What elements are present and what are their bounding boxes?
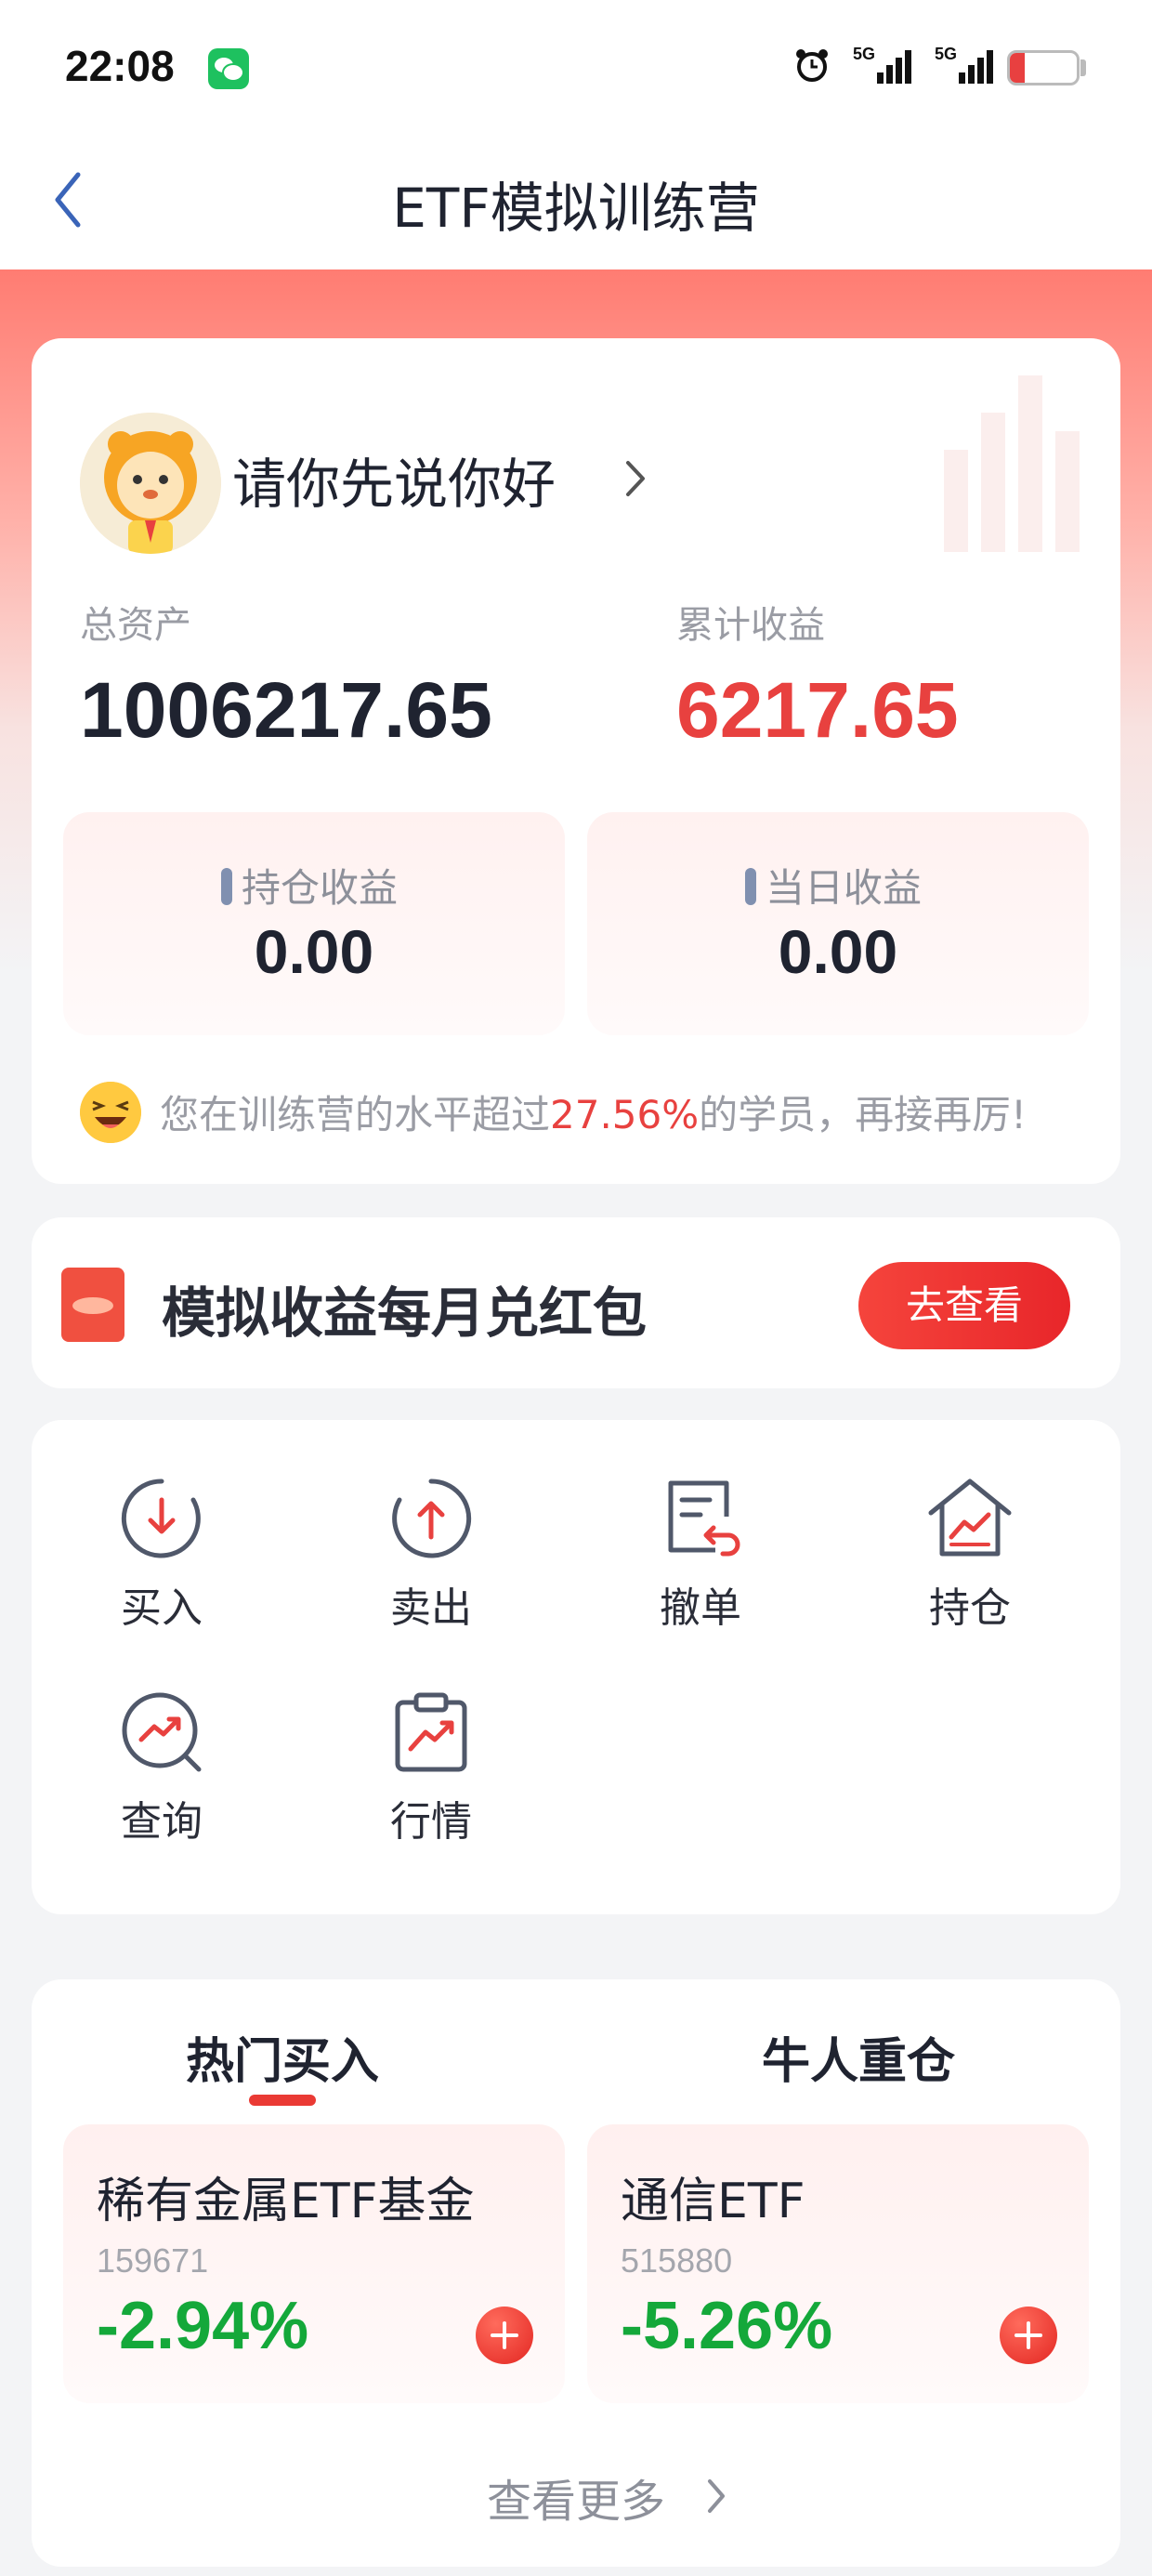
sell-action[interactable]: 卖出 [347,1476,515,1634]
view-more-link[interactable]: 查看更多 [32,2464,1120,2530]
alarm-icon [796,49,828,82]
status-bar: 22:08 5G 5G 14 [0,0,1152,139]
position-profit-label: 持仓收益 [242,865,399,911]
add-icon[interactable] [1000,2307,1057,2364]
tab-expert-holdings[interactable]: 牛人重仓 [762,2022,955,2092]
fund-change: -2.94% [97,2289,309,2363]
holdings-house-icon [928,1479,1012,1557]
query-action[interactable]: 查询 [78,1689,245,1847]
chevron-right-icon[interactable] [706,2477,727,2515]
market-clipboard-icon [395,1692,467,1772]
avatar[interactable] [80,413,221,554]
lion-avatar-icon [80,413,221,554]
buy-arrow-down-icon [121,1479,201,1558]
page-title: ETF模拟训练营 [392,177,760,240]
daily-profit-value: 0.00 [778,917,898,986]
view-button[interactable]: 去查看 [858,1262,1070,1349]
level-percent: 27.56% [550,1092,700,1137]
fund-card[interactable]: 稀有金属ETF基金 159671 -2.94% [63,2124,565,2403]
total-assets-label: 总资产 [80,604,191,647]
promo-text: 模拟收益每月兑红包 [162,1281,648,1345]
tab-indicator [249,2095,316,2106]
cumulative-profit-label: 累计收益 [676,604,825,647]
fund-code: 515880 [621,2241,733,2280]
total-assets-value: 1006217.65 [80,666,492,754]
daily-profit-box: 当日收益 0.00 [587,812,1089,1035]
query-magnifier-icon [122,1692,202,1772]
battery-tip [1080,59,1086,76]
fund-card[interactable]: 通信ETF 515880 -5.26% [587,2124,1089,2403]
wechat-icon [208,48,249,89]
tab-hot-buy[interactable]: 热门买入 [186,2022,379,2092]
chart-decoration-icon [944,375,1080,552]
buy-action[interactable]: 买入 [78,1476,245,1634]
status-time: 22:08 [65,42,175,90]
position-profit-box: 持仓收益 0.00 [63,812,565,1035]
holdings-action[interactable]: 持仓 [886,1476,1054,1634]
fund-change: -5.26% [621,2289,833,2363]
battery-icon: 14 [1007,50,1080,85]
fund-code: 159671 [97,2241,209,2280]
cancel-order-action[interactable]: 撤单 [617,1476,784,1634]
fund-name: 通信ETF [621,2174,805,2229]
cumulative-profit-value: 6217.65 [676,666,959,754]
position-profit-value: 0.00 [254,917,374,986]
fund-name: 稀有金属ETF基金 [97,2174,475,2229]
daily-profit-label: 当日收益 [766,865,923,911]
cancel-order-icon [668,1480,740,1557]
battery-level: 14 [1030,55,1056,80]
market-action[interactable]: 行情 [347,1689,515,1847]
sell-arrow-up-icon [392,1479,472,1558]
level-text: 您在训练营的水平超过27.56%的学员，再接再厉! [160,1092,1028,1137]
marker-icon [221,868,232,905]
chevron-right-icon[interactable] [624,459,647,498]
profile-card: 请你先说你好 总资产 1006217.65 累计收益 6217.65 持仓收益 … [32,338,1120,1184]
signal-icon: 5G [935,45,1000,87]
hot-funds-card: 热门买入 牛人重仓 稀有金属ETF基金 159671 -2.94% 通信ETF … [32,1979,1120,2567]
actions-card: 买入 卖出 撤单 持仓 查询 行情 [32,1420,1120,1914]
red-envelope-icon [61,1268,124,1342]
username[interactable]: 请你先说你好 [232,440,556,519]
signal-icon: 5G [853,45,918,87]
add-icon[interactable] [476,2307,533,2364]
promo-card: 模拟收益每月兑红包 去查看 [32,1217,1120,1388]
marker-icon [745,868,756,905]
laughing-emoji-icon [80,1082,141,1143]
